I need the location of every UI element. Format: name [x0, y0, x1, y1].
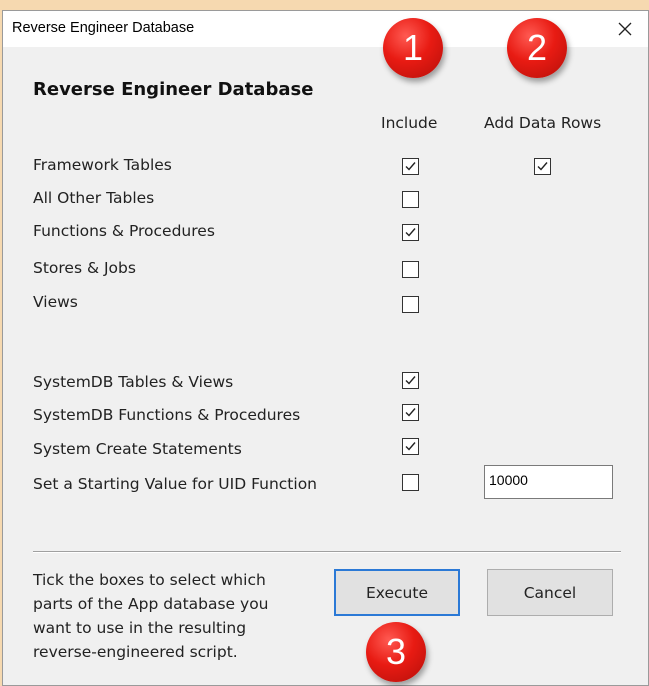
checkmark-icon — [537, 162, 548, 171]
execute-button[interactable]: Execute — [334, 569, 460, 616]
column-header-add-data-rows: Add Data Rows — [484, 114, 602, 132]
include-checkbox-systemdb-tables-views[interactable] — [402, 372, 419, 389]
row-label-stores-jobs: Stores & Jobs — [33, 259, 136, 277]
callout-marker-3: 3 — [366, 622, 426, 682]
close-icon — [618, 22, 632, 36]
form-heading: Reverse Engineer Database — [33, 79, 314, 100]
uid-start-value-input[interactable]: 10000 — [484, 465, 613, 499]
separator — [33, 551, 621, 552]
checkmark-icon — [405, 228, 416, 237]
description-line: want to use in the resulting — [33, 619, 247, 637]
description-text: Tick the boxes to select which parts of … — [33, 568, 323, 664]
row-label-all-other-tables: All Other Tables — [33, 189, 155, 207]
checkmark-icon — [405, 376, 416, 385]
column-header-include: Include — [381, 114, 438, 132]
include-checkbox-framework-tables[interactable] — [402, 158, 419, 175]
row-label-functions-procedures: Functions & Procedures — [33, 222, 215, 240]
include-checkbox-all-other-tables[interactable] — [402, 191, 419, 208]
include-checkbox-views[interactable] — [402, 296, 419, 313]
window-title: Reverse Engineer Database — [12, 20, 195, 36]
row-label-uid-start-value: Set a Starting Value for UID Function — [33, 475, 318, 493]
description-line: parts of the App database you — [33, 595, 269, 613]
include-checkbox-functions-procedures[interactable] — [402, 224, 419, 241]
include-checkbox-system-create-statements[interactable] — [402, 438, 419, 455]
include-checkbox-uid-start-value[interactable] — [402, 474, 419, 491]
include-checkbox-systemdb-functions-procedures[interactable] — [402, 404, 419, 421]
checkmark-icon — [405, 442, 416, 451]
row-label-systemdb-tables-views: SystemDB Tables & Views — [33, 373, 234, 391]
cancel-button[interactable]: Cancel — [487, 569, 613, 616]
row-label-systemdb-functions-procedures: SystemDB Functions & Procedures — [33, 406, 301, 424]
callout-marker-2: 2 — [507, 18, 567, 78]
row-label-views: Views — [33, 293, 78, 311]
callout-marker-1: 1 — [383, 18, 443, 78]
add-data-rows-checkbox-framework-tables[interactable] — [534, 158, 551, 175]
checkmark-icon — [405, 162, 416, 171]
row-label-system-create-statements: System Create Statements — [33, 440, 242, 458]
row-label-framework-tables: Framework Tables — [33, 156, 172, 174]
checkmark-icon — [405, 408, 416, 417]
description-line: reverse-engineered script. — [33, 643, 238, 661]
reverse-engineer-dialog: Reverse Engineer Database Reverse Engine… — [2, 10, 649, 686]
description-line: Tick the boxes to select which — [33, 571, 266, 589]
include-checkbox-stores-jobs[interactable] — [402, 261, 419, 278]
close-button[interactable] — [602, 11, 648, 47]
